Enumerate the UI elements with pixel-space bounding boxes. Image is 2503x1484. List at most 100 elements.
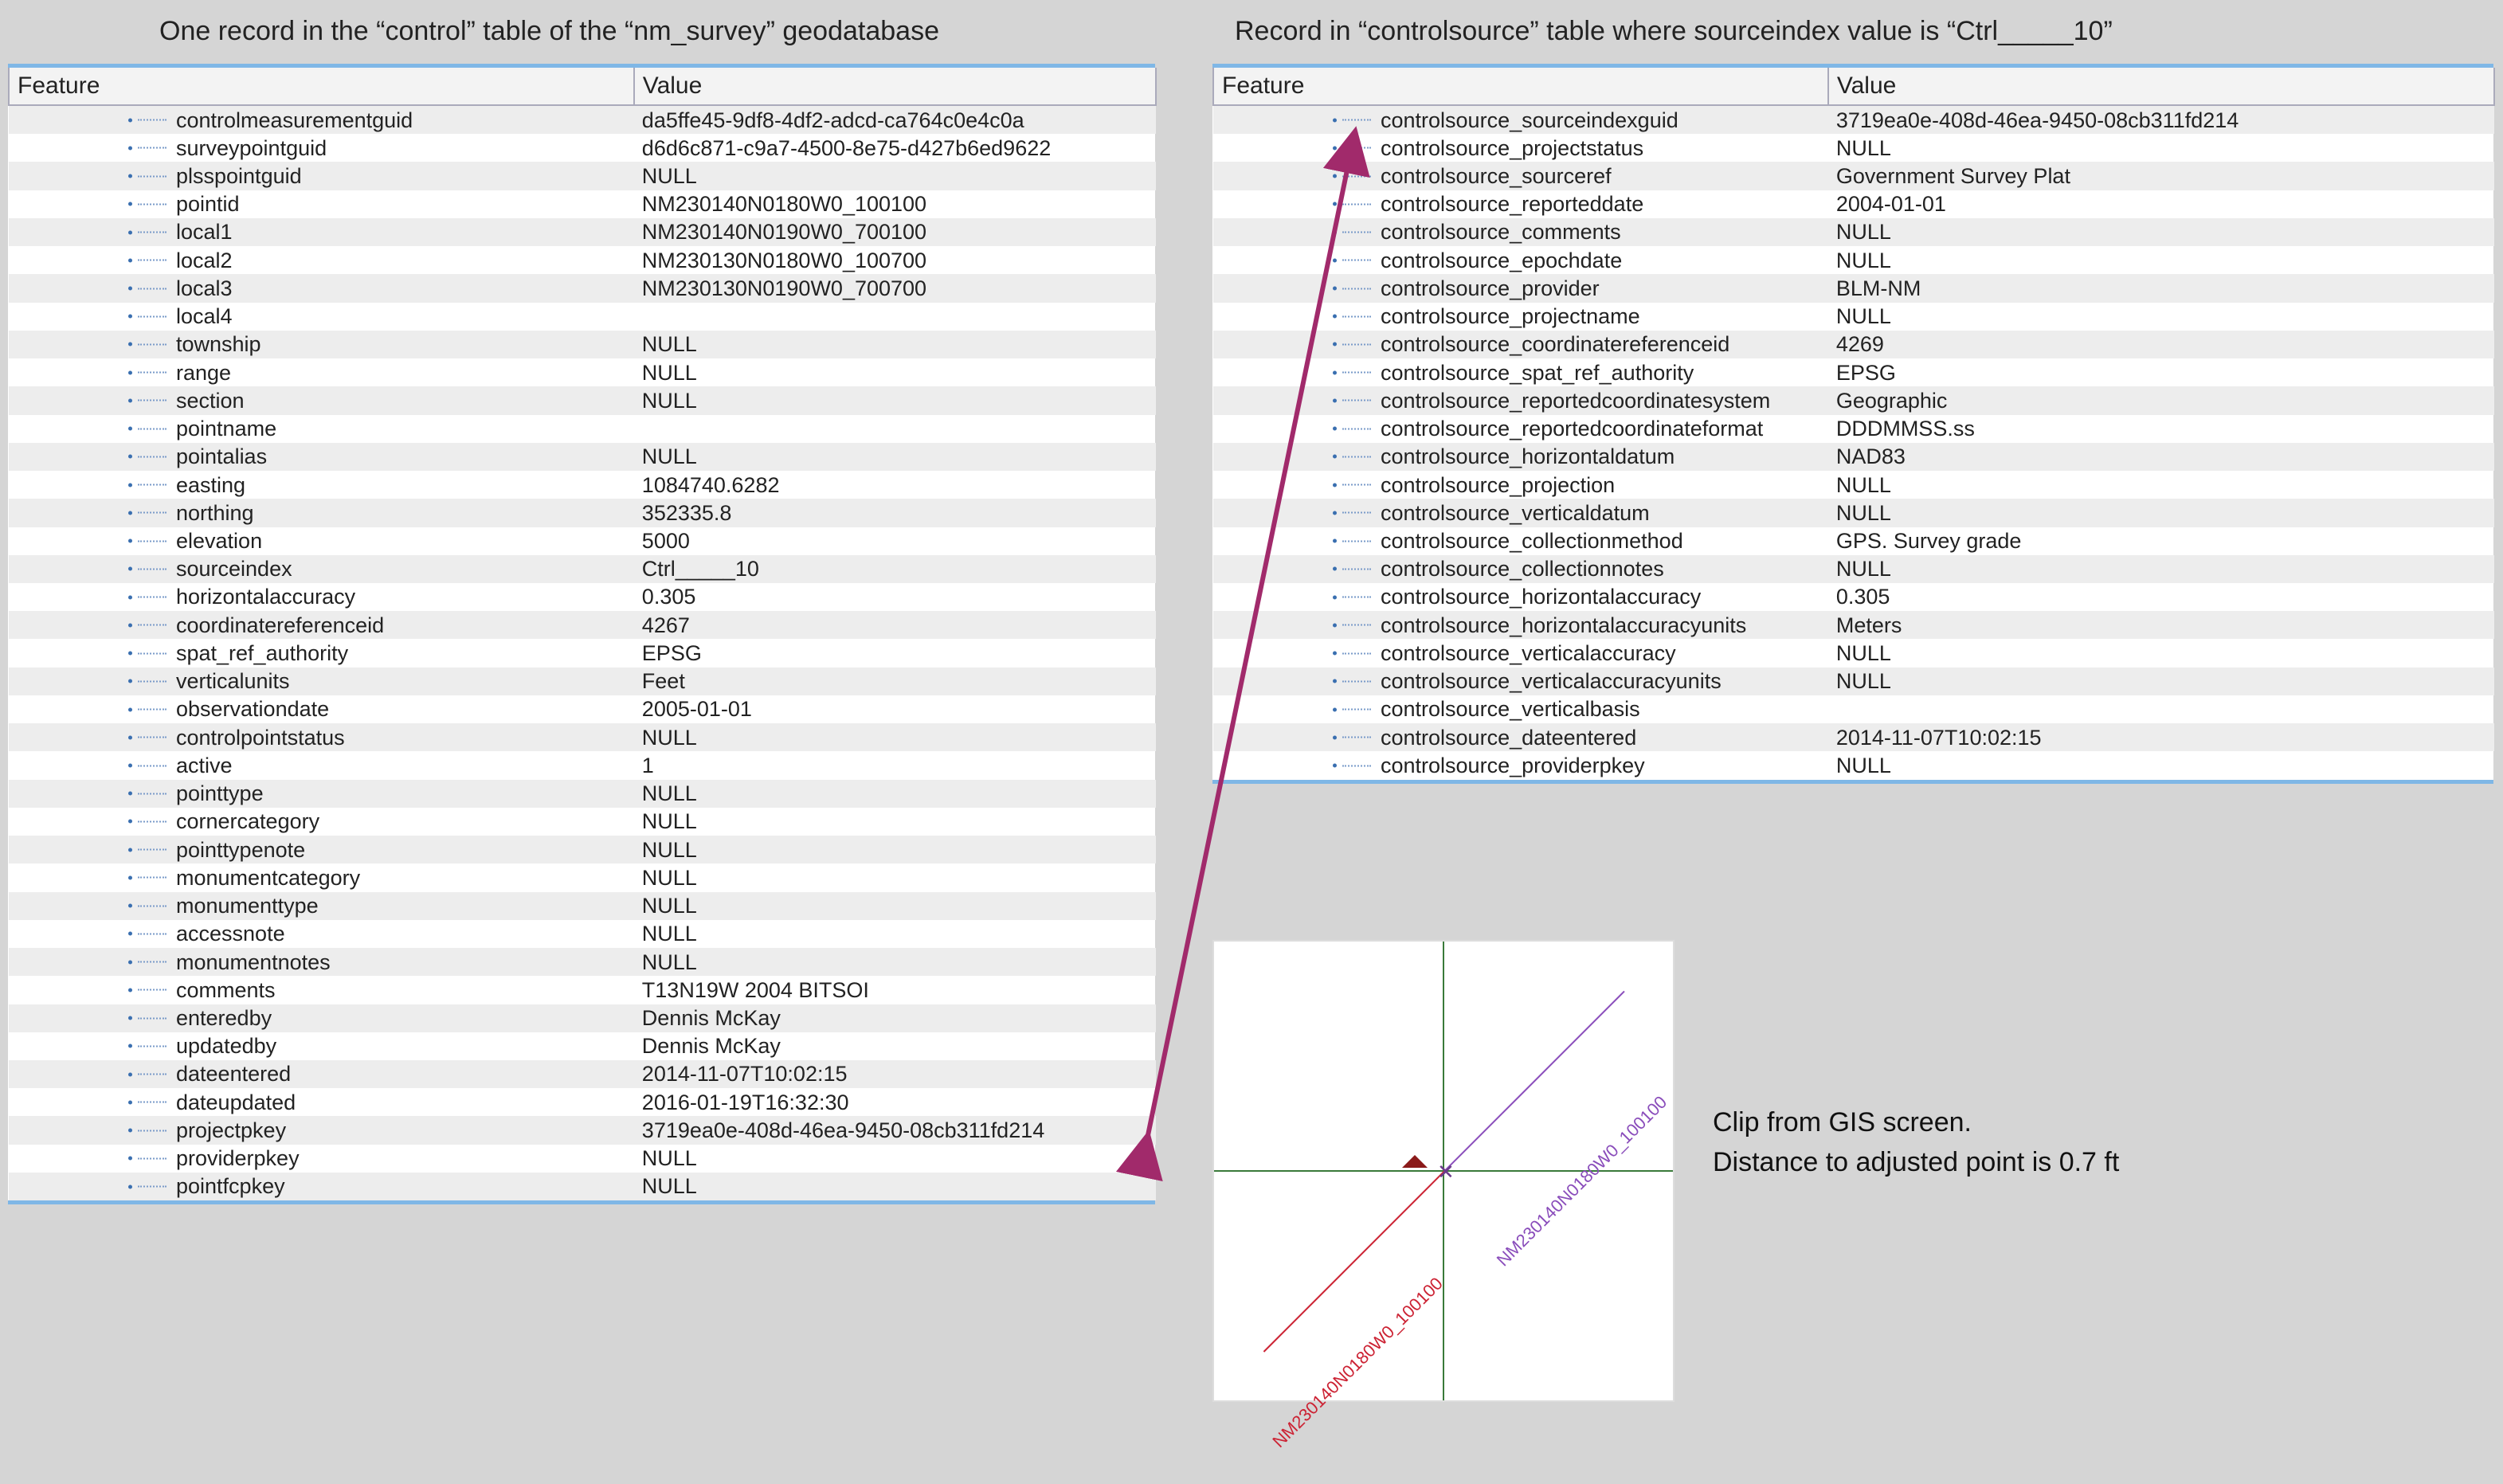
table-row[interactable]: sourceindexCtrl_____10 bbox=[9, 555, 1156, 583]
table-row[interactable]: pointfcpkeyNULL bbox=[9, 1173, 1156, 1200]
table-row[interactable]: controlsource_verticalaccuracyNULL bbox=[1213, 639, 2494, 667]
table-row[interactable]: controlsource_sourceindexguid3719ea0e-40… bbox=[1213, 105, 2494, 134]
table-row[interactable]: controlmeasurementguidda5ffe45-9df8-4df2… bbox=[9, 105, 1156, 134]
tree-node-icon bbox=[128, 427, 132, 431]
table-row[interactable]: controlsource_horizontalaccuracy0.305 bbox=[1213, 583, 2494, 611]
table-row[interactable]: horizontalaccuracy0.305 bbox=[9, 583, 1156, 611]
col-value[interactable]: Value bbox=[1828, 68, 2494, 105]
tree-connector-icon bbox=[138, 456, 166, 457]
table-row[interactable]: coordinatereferenceid4267 bbox=[9, 611, 1156, 639]
table-row[interactable]: local4 bbox=[9, 303, 1156, 331]
table-row[interactable]: monumentcategoryNULL bbox=[9, 863, 1156, 891]
tree-connector-icon bbox=[138, 568, 166, 570]
table-row[interactable]: northing352335.8 bbox=[9, 499, 1156, 527]
table-row[interactable]: controlsource_horizontaldatumNAD83 bbox=[1213, 443, 2494, 471]
table-row[interactable]: controlsource_spat_ref_authorityEPSG bbox=[1213, 358, 2494, 386]
col-value[interactable]: Value bbox=[634, 68, 1156, 105]
attr-value: 2014-11-07T10:02:15 bbox=[1828, 723, 2494, 751]
table-row[interactable]: comments T13N19W 2004 BITSOI bbox=[9, 976, 1156, 1004]
table-row[interactable]: controlsource_verticalaccuracyunitsNULL bbox=[1213, 668, 2494, 695]
table-row[interactable]: projectpkey3719ea0e-408d-46ea-9450-08cb3… bbox=[9, 1116, 1156, 1144]
table-row[interactable]: controlsource_reportedcoordinatesystemGe… bbox=[1213, 386, 2494, 414]
table-row[interactable]: controlsource_dateentered2014-11-07T10:0… bbox=[1213, 723, 2494, 751]
tree-connector-icon bbox=[138, 961, 166, 963]
table-row[interactable]: monumenttypeNULL bbox=[9, 892, 1156, 920]
tree-node-icon bbox=[128, 848, 132, 852]
table-row[interactable]: monumentnotesNULL bbox=[9, 948, 1156, 976]
tree-connector-icon bbox=[138, 315, 166, 317]
controlsource-table: Feature Value controlsource_sourceindexg… bbox=[1212, 68, 2495, 780]
table-row[interactable]: pointaliasNULL bbox=[9, 443, 1156, 471]
attr-value: 352335.8 bbox=[634, 499, 1156, 527]
table-row[interactable]: controlsource_reportedcoordinateformatDD… bbox=[1213, 415, 2494, 443]
table-row[interactable]: cornercategoryNULL bbox=[9, 808, 1156, 836]
table-row[interactable]: easting1084740.6282 bbox=[9, 471, 1156, 499]
table-row[interactable]: dateupdated2016-01-19T16:32:30 bbox=[9, 1088, 1156, 1116]
attr-value: Government Survey Plat bbox=[1828, 162, 2494, 190]
table-row[interactable]: controlsource_providerBLM-NM bbox=[1213, 274, 2494, 302]
table-row[interactable]: providerpkeyNULL bbox=[9, 1145, 1156, 1173]
table-row[interactable]: local3NM230130N0190W0_700700 bbox=[9, 274, 1156, 302]
triangle-marker-icon bbox=[1402, 1142, 1428, 1168]
table-row[interactable]: controlsource_verticalbasis bbox=[1213, 695, 2494, 723]
attr-value: NULL bbox=[634, 358, 1156, 386]
tree-node-icon bbox=[128, 511, 132, 515]
attr-key: northing bbox=[9, 499, 634, 527]
attr-value: 3719ea0e-408d-46ea-9450-08cb311fd214 bbox=[1828, 105, 2494, 134]
table-row[interactable]: controlsource_projectstatusNULL bbox=[1213, 134, 2494, 162]
table-row[interactable]: pointtypenoteNULL bbox=[9, 836, 1156, 863]
table-row[interactable]: active1 bbox=[9, 751, 1156, 779]
table-row[interactable]: controlsource_epochdateNULL bbox=[1213, 246, 2494, 274]
table-row[interactable]: controlpointstatusNULL bbox=[9, 723, 1156, 751]
attr-value: T13N19W 2004 BITSOI bbox=[634, 976, 1156, 1004]
table-row[interactable]: dateentered2014-11-07T10:02:15 bbox=[9, 1060, 1156, 1088]
tree-connector-icon bbox=[138, 765, 166, 766]
table-row[interactable]: surveypointguidd6d6c871-c9a7-4500-8e75-d… bbox=[9, 134, 1156, 162]
attr-value: 5000 bbox=[634, 527, 1156, 555]
tree-connector-icon bbox=[1342, 372, 1371, 374]
col-feature[interactable]: Feature bbox=[9, 68, 634, 105]
attr-value: Ctrl_____10 bbox=[634, 555, 1156, 583]
table-row[interactable]: controlsource_projectionNULL bbox=[1213, 471, 2494, 499]
table-row[interactable]: pointidNM230140N0180W0_100100 bbox=[9, 190, 1156, 218]
tree-connector-icon bbox=[138, 1074, 166, 1075]
tree-node-icon bbox=[128, 1184, 132, 1188]
table-row[interactable]: local1NM230140N0190W0_700100 bbox=[9, 218, 1156, 246]
table-row[interactable]: controlsource_providerpkeyNULL bbox=[1213, 751, 2494, 779]
table-row[interactable]: sectionNULL bbox=[9, 386, 1156, 414]
table-row[interactable]: controlsource_projectnameNULL bbox=[1213, 303, 2494, 331]
tree-connector-icon bbox=[138, 1157, 166, 1159]
table-row[interactable]: observationdate2005-01-01 bbox=[9, 695, 1156, 723]
table-row[interactable]: enteredbyDennis McKay bbox=[9, 1004, 1156, 1032]
table-row[interactable]: controlsource_coordinatereferenceid4269 bbox=[1213, 331, 2494, 358]
tree-connector-icon bbox=[138, 1186, 166, 1188]
table-row[interactable]: spat_ref_authorityEPSG bbox=[9, 639, 1156, 667]
tree-connector-icon bbox=[138, 428, 166, 429]
purple-pointer-line bbox=[1443, 991, 1625, 1173]
tree-connector-icon bbox=[1342, 428, 1371, 429]
table-row[interactable]: controlsource_verticaldatumNULL bbox=[1213, 499, 2494, 527]
table-row[interactable]: controlsource_reporteddate2004-01-01 bbox=[1213, 190, 2494, 218]
table-row[interactable]: local2NM230130N0180W0_100700 bbox=[9, 246, 1156, 274]
table-row[interactable]: controlsource_horizontalaccuracyunitsMet… bbox=[1213, 611, 2494, 639]
table-row[interactable]: controlsource_commentsNULL bbox=[1213, 218, 2494, 246]
tree-node-icon bbox=[128, 1044, 132, 1048]
table-row[interactable]: elevation5000 bbox=[9, 527, 1156, 555]
table-row[interactable]: pointtypeNULL bbox=[9, 780, 1156, 808]
table-row[interactable]: controlsource_collectionmethodGPS. Surve… bbox=[1213, 527, 2494, 555]
table-row[interactable]: rangeNULL bbox=[9, 358, 1156, 386]
attr-key: dateupdated bbox=[9, 1088, 634, 1116]
table-row[interactable]: controlsource_sourcerefGovernment Survey… bbox=[1213, 162, 2494, 190]
tree-connector-icon bbox=[138, 400, 166, 401]
attr-value: 2016-01-19T16:32:30 bbox=[634, 1088, 1156, 1116]
table-row[interactable]: controlsource_collectionnotesNULL bbox=[1213, 555, 2494, 583]
table-row[interactable]: pointname bbox=[9, 415, 1156, 443]
table-row[interactable]: plsspointguidNULL bbox=[9, 162, 1156, 190]
tree-node-icon bbox=[128, 875, 132, 879]
attr-value: 2004-01-01 bbox=[1828, 190, 2494, 218]
table-row[interactable]: accessnoteNULL bbox=[9, 920, 1156, 948]
col-feature[interactable]: Feature bbox=[1213, 68, 1828, 105]
table-row[interactable]: updatedbyDennis McKay bbox=[9, 1032, 1156, 1060]
table-row[interactable]: townshipNULL bbox=[9, 331, 1156, 358]
table-row[interactable]: verticalunitsFeet bbox=[9, 668, 1156, 695]
